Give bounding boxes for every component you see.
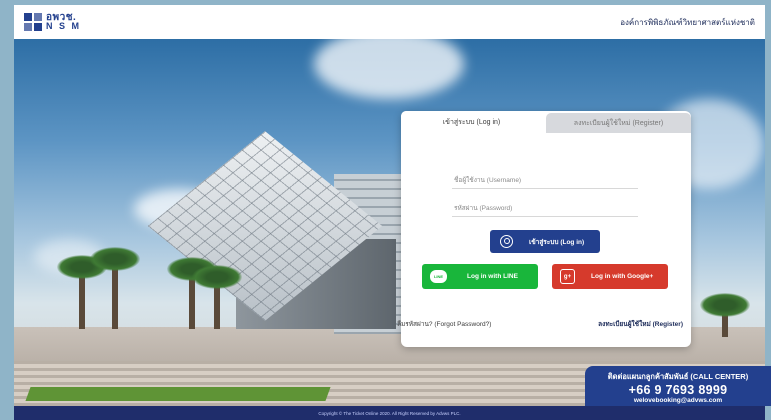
call-center-box: ติดต่อแผนกลูกค้าสัมพันธ์ (CALL CENTER) +…	[585, 366, 771, 406]
google-login-label: Log in with Google+	[591, 273, 654, 280]
footer-copyright: Copyright © The Ticket Online 2020. All …	[14, 406, 765, 420]
user-icon	[500, 235, 513, 248]
top-header: อพวช. N S M องค์การพิพิธภัณฑ์วิทยาศาสตร์…	[14, 5, 765, 39]
register-link[interactable]: ลงทะเบียนผู้ใช้ใหม่ (Register)	[598, 319, 683, 329]
nsm-logo[interactable]: อพวช. N S M	[24, 13, 81, 31]
logo-text: อพวช. N S M	[46, 13, 81, 31]
login-button[interactable]: เข้าสู่ระบบ (Log in)	[490, 230, 600, 253]
line-login-button[interactable]: LINE Log in with LINE	[422, 264, 538, 289]
page-frame: อพวช. N S M องค์การพิพิธภัณฑ์วิทยาศาสตร์…	[0, 0, 771, 420]
call-center-email[interactable]: welovebooking@advws.com	[585, 397, 771, 404]
tab-login[interactable]: เข้าสู่ระบบ (Log in)	[401, 111, 542, 133]
login-card: เข้าสู่ระบบ (Log in) ลงทะเบียนผู้ใช้ใหม่…	[397, 111, 691, 347]
tab-register[interactable]: ลงทะเบียนผู้ใช้ใหม่ (Register)	[546, 113, 691, 133]
call-center-phone[interactable]: +66 9 7693 8999	[585, 383, 771, 397]
line-icon: LINE	[430, 270, 447, 283]
username-input[interactable]: ชื่อผู้ใช้งาน (Username)	[452, 171, 638, 189]
login-button-label: เข้าสู่ระบบ (Log in)	[529, 238, 585, 246]
line-login-label: Log in with LINE	[467, 273, 518, 280]
google-login-button[interactable]: g+ Log in with Google+	[552, 264, 668, 289]
call-center-label: ติดต่อแผนกลูกค้าสัมพันธ์ (CALL CENTER)	[607, 372, 749, 381]
organization-name: องค์การพิพิธภัณฑ์วิทยาศาสตร์แห่งชาติ	[620, 17, 755, 27]
password-input[interactable]: รหัสผ่าน (Password)	[452, 199, 638, 217]
logo-line-2: N S M	[46, 21, 82, 31]
google-plus-icon: g+	[560, 269, 575, 284]
logo-mark-icon	[24, 13, 42, 31]
forgot-password-link[interactable]: ลืมรหัสผ่าน? (Forgot Password?)	[397, 319, 491, 329]
